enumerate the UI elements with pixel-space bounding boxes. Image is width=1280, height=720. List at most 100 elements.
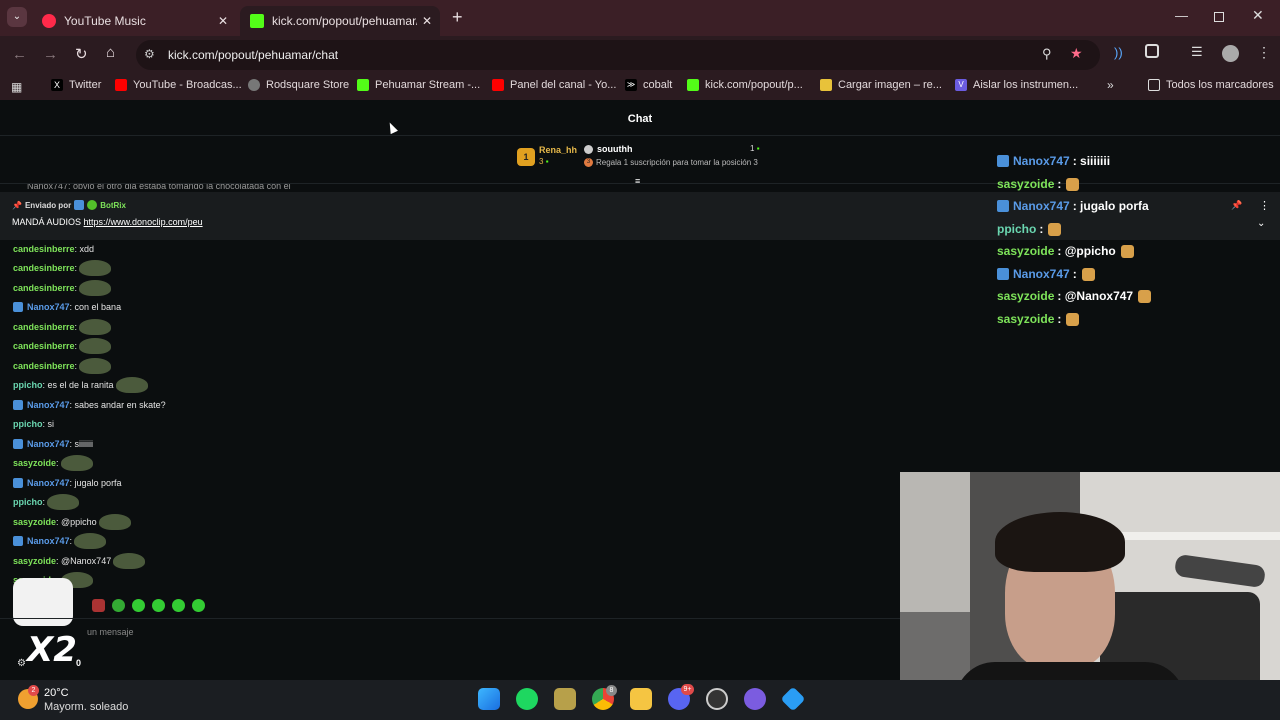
chat-app-icon[interactable] (744, 688, 766, 710)
address-bar[interactable]: ⚙ kick.com/popout/pehuamar/chat ⚲ ★ (136, 40, 1100, 70)
emote-icon[interactable] (79, 319, 112, 335)
tab-search-button[interactable]: ⌄ (7, 7, 27, 27)
obs-icon[interactable] (706, 688, 728, 710)
bookmark-cobalt[interactable]: ≫ cobalt (625, 79, 672, 91)
emote-icon[interactable] (79, 280, 112, 296)
chat-username[interactable]: candesinberre (13, 341, 75, 351)
chat-username[interactable]: sasyzoide (13, 517, 56, 527)
chat-username[interactable]: ppicho (13, 380, 43, 390)
extensions-icon[interactable] (1145, 44, 1159, 58)
overlay-text: : (1072, 267, 1077, 281)
settings-icon[interactable]: ⚙ (17, 658, 26, 669)
pinned-menu-icon[interactable]: ⋮ (1259, 199, 1270, 212)
forward-icon[interactable]: → (43, 46, 58, 63)
bookmark-cargar-imagen[interactable]: Cargar imagen – re... (820, 79, 942, 91)
emote-icon[interactable] (47, 494, 80, 510)
temperature: 20°C (44, 687, 69, 699)
chat-username[interactable]: candesinberre (13, 361, 75, 371)
bookmark-star-icon[interactable]: ★ (1070, 45, 1083, 62)
all-bookmarks[interactable]: Todos los marcadores (1148, 79, 1274, 91)
overlay-username: Nanox747 (1013, 154, 1070, 168)
tab-kick-chat[interactable]: kick.com/popout/pehuamar/ch ✕ (240, 6, 440, 36)
back-icon[interactable]: ← (12, 46, 27, 63)
chat-text: : @ppicho (56, 517, 97, 527)
bookmark-rodsquare[interactable]: Rodsquare Store (248, 79, 349, 91)
gift-cta-text[interactable]: Regala 1 suscripción para tomar la posic… (596, 158, 758, 167)
more-bookmarks-icon[interactable]: » (1107, 78, 1114, 92)
close-tab-icon[interactable]: ✕ (422, 14, 432, 28)
chat-username[interactable]: Nanox747 (27, 302, 70, 312)
overlay-username: Nanox747 (1013, 267, 1070, 281)
tab-youtube-music[interactable]: YouTube Music ✕ (32, 6, 236, 36)
overlay-message: sasyzoide: @ppicho (997, 242, 1134, 260)
store-icon (248, 79, 260, 91)
profile-avatar[interactable] (1222, 45, 1239, 62)
chat-username[interactable]: candesinberre (13, 244, 75, 254)
unpin-icon[interactable]: 📌 (1231, 200, 1242, 211)
streamlabs-icon[interactable] (780, 686, 806, 712)
emote-icon[interactable] (79, 260, 112, 276)
menu-icon[interactable]: ⋮ (1257, 44, 1271, 61)
expand-pinned-icon[interactable]: ⌄ (1257, 218, 1265, 229)
chat-input[interactable]: un mensaje (87, 627, 134, 637)
site-info-icon[interactable]: ⚙ (144, 47, 155, 61)
chat-text: : jugalo porfa (69, 478, 122, 488)
chat-username[interactable]: Nanox747 (27, 439, 70, 449)
bookmark-youtube-broadcast[interactable]: YouTube - Broadcas... (115, 79, 242, 91)
zoom-icon[interactable]: ⚲ (1042, 46, 1052, 62)
emote-icon[interactable] (79, 358, 112, 374)
game-app-icon[interactable] (554, 688, 576, 710)
emote-icon[interactable] (112, 599, 125, 612)
audio-icon[interactable]: )) (1114, 45, 1123, 60)
donoclip-link[interactable]: https://www.donoclip.com/peu (84, 217, 203, 227)
chat-username[interactable]: Nanox747 (27, 536, 70, 546)
new-tab-button[interactable]: + (452, 7, 463, 28)
windows-start-icon[interactable] (478, 688, 500, 710)
weather-badge: 2 (28, 685, 39, 696)
chat-username[interactable]: candesinberre (13, 322, 75, 332)
reload-icon[interactable]: ↻ (75, 45, 88, 63)
emote-icon[interactable] (74, 533, 107, 549)
chat-username[interactable]: sasyzoide (13, 556, 56, 566)
leader-username[interactable]: Rena_hh (539, 145, 577, 155)
verified-icon (584, 145, 593, 154)
emote-icon[interactable] (98, 514, 131, 530)
second-username[interactable]: souuthh (597, 144, 633, 154)
chat-message: sasyzoide: @ppicho (13, 514, 131, 530)
emote-icon[interactable] (152, 599, 165, 612)
minimize-button[interactable]: — (1175, 8, 1188, 23)
truncated-message: Nanox747: obvio el otro dia estaba toman… (27, 184, 291, 191)
maximize-button[interactable] (1214, 12, 1224, 22)
emote-icon[interactable] (115, 377, 148, 393)
chat-message: candesinberre: (13, 358, 112, 374)
chat-username[interactable]: Nanox747 (27, 400, 70, 410)
reading-list-icon[interactable]: ☰ (1191, 44, 1203, 60)
emote-icon[interactable] (192, 599, 205, 612)
home-icon[interactable]: ⌂ (106, 44, 115, 61)
overlay-message: sasyzoide: @Nanox747 (997, 287, 1152, 305)
chat-username[interactable]: sasyzoide (13, 458, 56, 468)
chat-username[interactable]: ppicho (13, 497, 43, 507)
bookmark-kick-popout[interactable]: kick.com/popout/p... (687, 79, 803, 91)
bookmark-twitter[interactable]: X Twitter (51, 79, 101, 91)
close-window-button[interactable]: ✕ (1252, 7, 1264, 24)
bookmark-panel-canal[interactable]: Panel del canal - Yo... (492, 79, 616, 91)
emote-icon[interactable] (79, 338, 112, 354)
emote-icon[interactable] (113, 553, 146, 569)
bookmark-aislar[interactable]: V Aislar los instrumen... (955, 79, 1078, 91)
bookmark-pehuamar-stream[interactable]: Pehuamar Stream -... (357, 79, 480, 91)
file-explorer-icon[interactable] (630, 688, 652, 710)
chat-username[interactable]: Nanox747 (27, 478, 70, 488)
emote-icon[interactable] (172, 599, 185, 612)
chat-username[interactable]: candesinberre (13, 283, 75, 293)
collapse-icon[interactable]: ≡ (635, 176, 640, 186)
emote-icon[interactable] (60, 455, 93, 471)
apps-icon[interactable]: ▦ (11, 80, 22, 94)
emote-icon[interactable] (132, 599, 145, 612)
spotify-icon[interactable] (516, 688, 538, 710)
chat-username[interactable]: candesinberre (13, 263, 75, 273)
close-tab-icon[interactable]: ✕ (218, 14, 228, 28)
verified-bot-icon (87, 200, 98, 210)
emote-icon[interactable] (92, 599, 105, 612)
chat-username[interactable]: ppicho (13, 419, 43, 429)
